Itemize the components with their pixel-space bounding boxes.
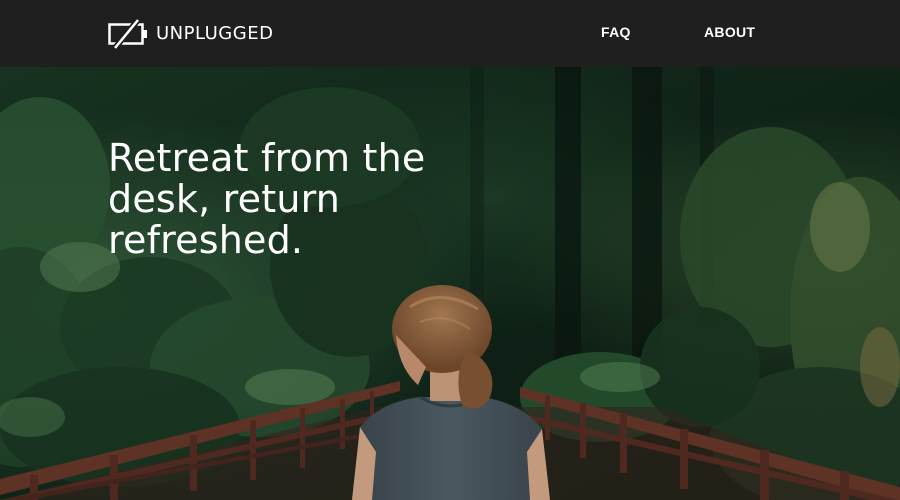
woman-on-forest-bridge-photo bbox=[0, 67, 900, 500]
nav-link-about[interactable]: ABOUT bbox=[704, 25, 755, 39]
unplugged-battery-icon bbox=[108, 19, 147, 49]
brand-name: UNPLUGGED bbox=[156, 23, 274, 44]
brand-logo-link[interactable]: UNPLUGGED bbox=[108, 19, 273, 49]
nav-link-faq[interactable]: FAQ bbox=[601, 25, 631, 39]
hero-section: Retreat from the desk, return refreshed. bbox=[0, 67, 900, 500]
landing-page: UNPLUGGED FAQ ABOUT Retreat from the des… bbox=[0, 0, 900, 500]
hero-headline: Retreat from the desk, return refreshed. bbox=[108, 136, 426, 262]
top-navigation-bar: UNPLUGGED FAQ ABOUT bbox=[0, 0, 900, 67]
